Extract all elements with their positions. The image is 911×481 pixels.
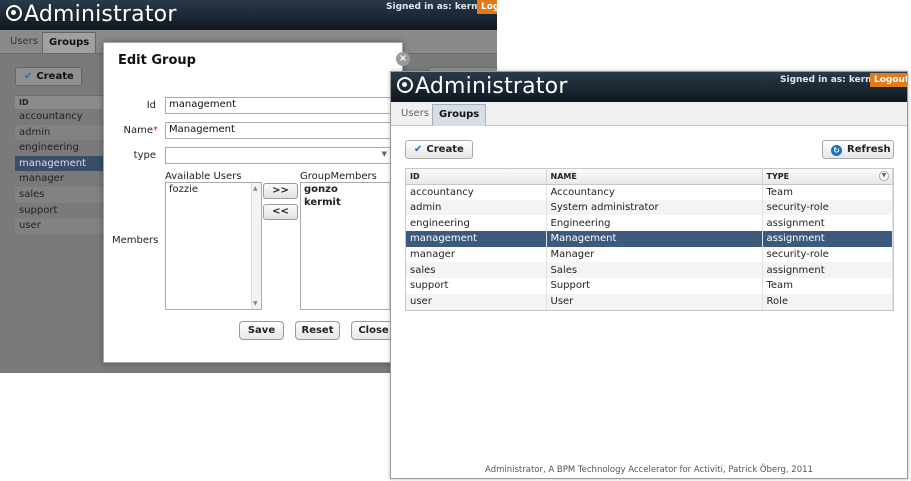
members-label: Members — [112, 235, 159, 246]
available-users-label: Available Users — [165, 171, 242, 182]
groups-table: ID NAME TYPE ▼ accountancy Accountancy Team… — [405, 168, 894, 311]
tab-groups[interactable]: Groups — [42, 32, 97, 53]
check-icon: ✔ — [414, 144, 423, 155]
chevron-down-icon: ▼ — [381, 150, 387, 158]
add-member-button[interactable]: >> — [263, 183, 298, 199]
reset-button[interactable]: Reset — [295, 321, 340, 340]
list-item[interactable]: kermit — [301, 196, 399, 209]
id-field[interactable]: management — [165, 97, 405, 114]
logo-icon — [397, 77, 413, 93]
refresh-icon: ↻ — [831, 145, 842, 156]
save-button[interactable]: Save — [239, 321, 284, 340]
app-header: Administrator Signed in as: kermit Logou… — [0, 0, 497, 30]
list-item[interactable]: fozzie — [166, 183, 261, 196]
list-item[interactable]: manager — [15, 171, 115, 187]
name-field[interactable]: Management — [165, 122, 405, 139]
tab-groups[interactable]: Groups — [432, 104, 487, 126]
tab-users[interactable]: Users — [395, 104, 435, 126]
group-members-label: GroupMembers — [300, 171, 377, 182]
table-row[interactable]: engineering Engineering assignment — [406, 215, 893, 232]
foreground-window: Administrator Signed in as: kermit Logou… — [390, 71, 908, 479]
list-item[interactable]: support — [15, 203, 115, 219]
table-row[interactable]: support Support Team — [406, 278, 893, 294]
column-header-name[interactable]: NAME — [546, 169, 763, 185]
scroll-up-icon[interactable]: ▲ — [253, 185, 258, 192]
column-header-type[interactable]: TYPE ▼ — [762, 169, 893, 185]
table-row[interactable]: sales Sales assignment — [406, 262, 893, 279]
create-button[interactable]: ✔ Create — [15, 67, 82, 86]
signed-in-label: Signed in as: kermit — [386, 2, 488, 12]
table-row[interactable]: manager Manager security-role — [406, 246, 893, 263]
group-list: ID accountancy admin engineering managem… — [15, 95, 115, 234]
column-header-id[interactable]: ID — [15, 95, 115, 109]
dialog-title: Edit Group — [118, 53, 196, 68]
list-item[interactable]: management — [15, 155, 115, 172]
table-row[interactable]: admin System administrator security-role — [406, 199, 893, 216]
tab-users[interactable]: Users — [4, 32, 44, 53]
table-row-selected[interactable]: management Management assignment — [406, 231, 893, 247]
group-members-list[interactable]: gonzo kermit ▲ ▼ — [300, 182, 400, 310]
table-row[interactable]: user User Role — [406, 293, 893, 310]
type-label: type — [133, 150, 156, 161]
list-item[interactable]: sales — [15, 186, 115, 203]
app-title: Administrator — [6, 1, 177, 29]
column-menu-icon[interactable]: ▼ — [879, 171, 889, 181]
tab-bar: Users Groups — [391, 102, 907, 126]
app-title: Administrator — [397, 73, 568, 101]
edit-group-dialog: Edit Group Id management Name* Managemen… — [103, 42, 405, 363]
remove-member-button[interactable]: << — [263, 204, 298, 220]
scrollbar[interactable]: ▲ ▼ — [251, 183, 261, 309]
id-label: Id — [146, 100, 156, 111]
app-header: Administrator Signed in as: kermit Logou… — [391, 72, 907, 102]
list-item[interactable]: admin — [15, 124, 115, 141]
logout-button[interactable]: Logout — [477, 0, 497, 14]
list-item[interactable]: gonzo — [301, 183, 399, 196]
table-row[interactable]: accountancy Accountancy Team — [406, 184, 893, 200]
list-item[interactable]: user — [15, 218, 115, 234]
refresh-button[interactable]: ↻ Refresh — [822, 140, 894, 159]
column-header-id[interactable]: ID — [406, 169, 547, 185]
footer-credit: Administrator, A BPM Technology Accelera… — [485, 465, 813, 475]
create-button[interactable]: ✔ Create — [405, 140, 473, 159]
logout-button[interactable]: Logout — [870, 73, 907, 87]
name-label: Name* — [123, 125, 158, 136]
list-item[interactable]: accountancy — [15, 109, 115, 125]
check-icon: ✔ — [24, 71, 33, 82]
list-item[interactable]: engineering — [15, 140, 115, 156]
available-users-list[interactable]: fozzie ▲ ▼ — [165, 182, 262, 310]
logo-icon — [6, 5, 22, 21]
signed-in-label: Signed in as: kermit — [780, 75, 882, 85]
type-select[interactable]: ▼ — [165, 147, 391, 164]
required-marker: * — [153, 125, 158, 136]
close-icon[interactable]: × — [396, 52, 410, 66]
scroll-down-icon[interactable]: ▼ — [253, 300, 258, 307]
